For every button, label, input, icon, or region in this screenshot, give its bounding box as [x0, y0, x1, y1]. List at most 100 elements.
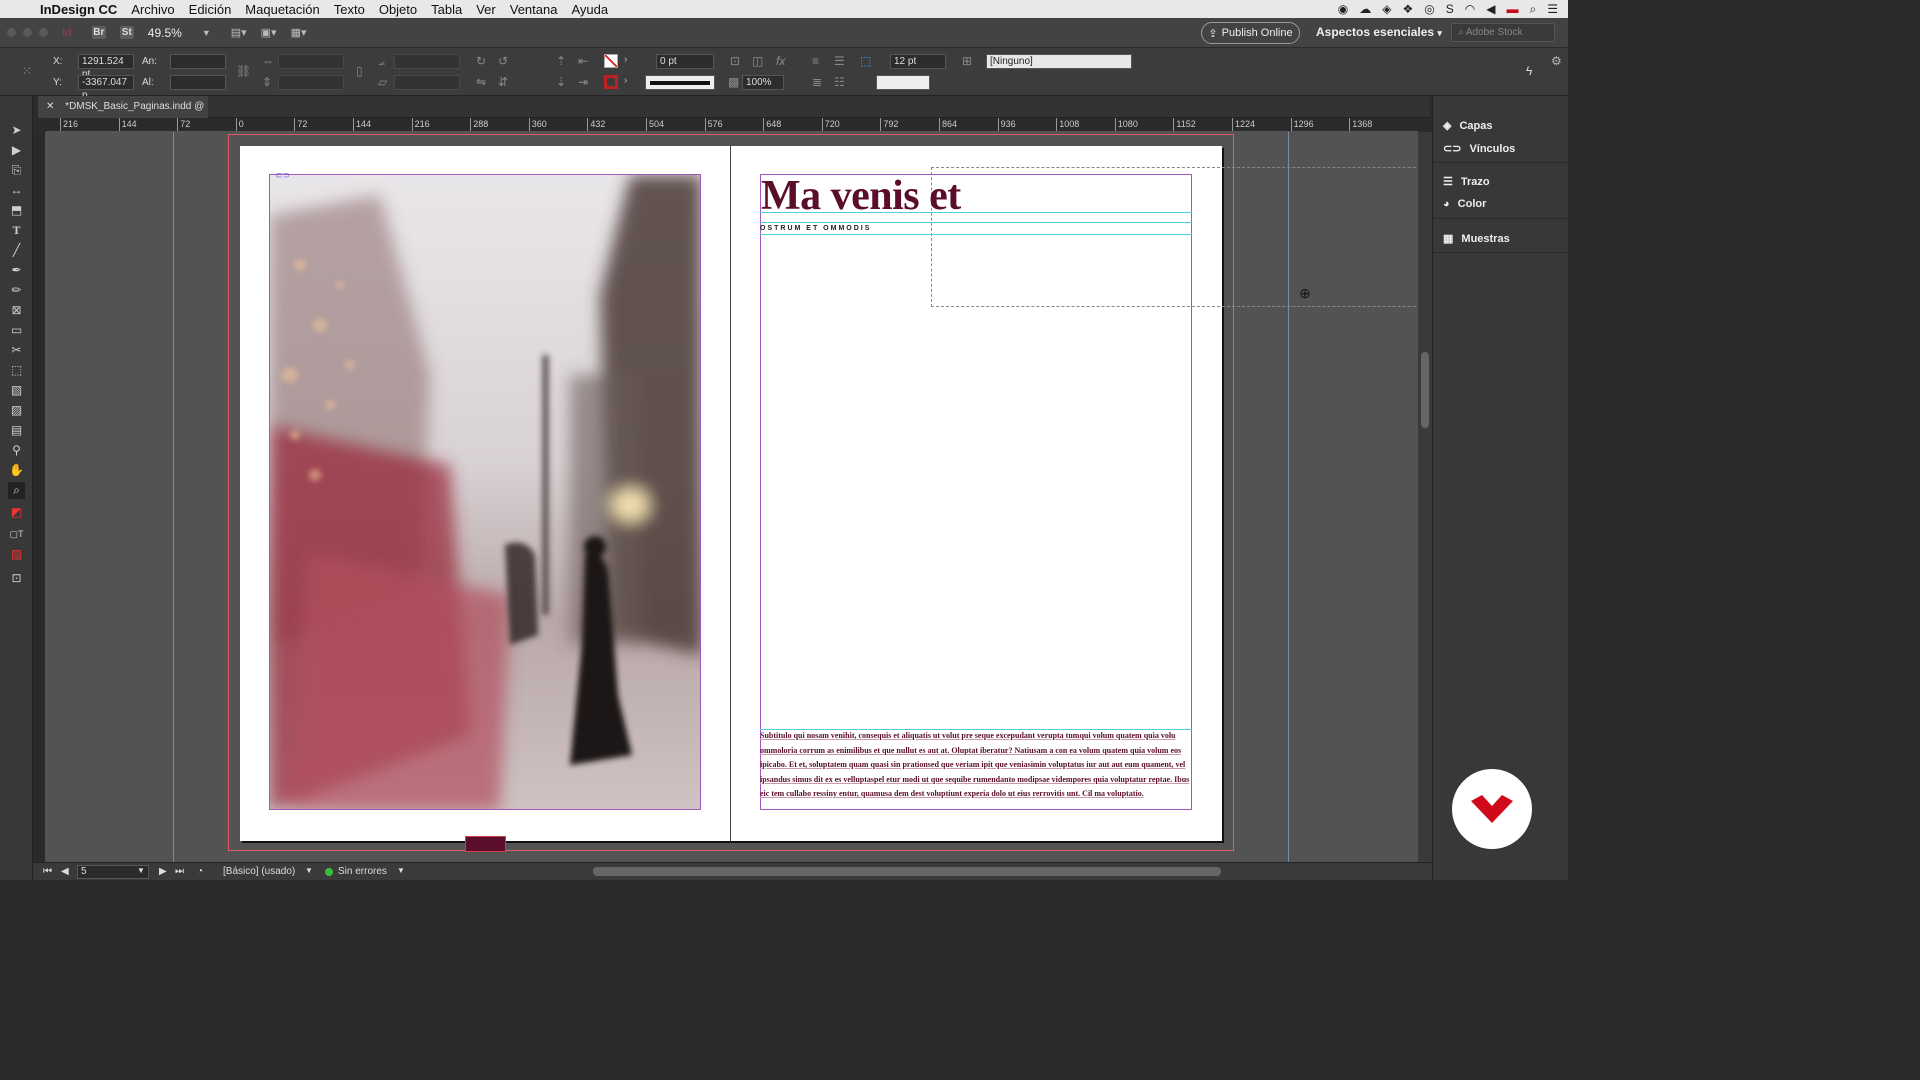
- note-tool-icon[interactable]: ▤: [8, 422, 25, 439]
- align-bottom-icon[interactable]: ≣: [812, 75, 822, 89]
- fill-chevron-icon[interactable]: ›: [624, 54, 627, 65]
- flip-vertical-icon[interactable]: ⇵: [498, 75, 508, 89]
- panel-capas[interactable]: ◈ Capas: [1443, 119, 1493, 133]
- rotate-cw-icon[interactable]: ↻: [476, 54, 486, 68]
- screen-mode-icon[interactable]: ⊡: [8, 570, 25, 587]
- zoom-dropdown-icon[interactable]: ▼: [202, 28, 211, 38]
- select-prev-icon[interactable]: ⇤: [578, 54, 588, 68]
- screen-mode-icon[interactable]: ▣▾: [261, 26, 277, 39]
- preflight-profile[interactable]: [Básico] (usado): [223, 866, 295, 877]
- open-in-window-icon[interactable]: ◔: [197, 866, 203, 877]
- stroke-chevron-icon[interactable]: ›: [624, 75, 627, 86]
- prev-page-icon[interactable]: ◀: [61, 866, 69, 877]
- stroke-type-dropdown[interactable]: [645, 75, 715, 90]
- eyedropper-icon[interactable]: ⚲: [8, 442, 25, 459]
- adobe-stock-search[interactable]: ⌕ Adobe Stock: [1451, 23, 1555, 42]
- gradient-feather-icon[interactable]: ▨: [8, 402, 25, 419]
- y-position-field[interactable]: -3367.047 p: [78, 75, 134, 101]
- menu-ver[interactable]: Ver: [476, 2, 496, 17]
- effects-icon[interactable]: fx: [776, 54, 785, 68]
- text-wrap-icon[interactable]: ⊡: [730, 54, 740, 68]
- auto-fit-icon[interactable]: ⬚: [860, 54, 871, 68]
- scale-x-field[interactable]: [278, 54, 344, 69]
- wifi-icon[interactable]: ◠: [1465, 2, 1475, 16]
- minimize-window-button[interactable]: [23, 28, 32, 37]
- rotation-field[interactable]: [394, 54, 460, 69]
- gap-tool-icon[interactable]: ↔: [8, 182, 25, 199]
- rotate-ccw-icon[interactable]: ↺: [498, 54, 508, 68]
- image-frame[interactable]: [269, 174, 701, 810]
- fill-swatch-icon[interactable]: [604, 54, 618, 68]
- shear-field[interactable]: [394, 75, 460, 90]
- width-field[interactable]: [170, 54, 226, 69]
- align-justify-icon[interactable]: ☷: [834, 75, 845, 89]
- pen-tool-icon[interactable]: ✒: [8, 262, 25, 279]
- type-tool-icon[interactable]: T: [8, 222, 25, 239]
- document-tab[interactable]: ✕ *DMSK_Basic_Paginas.indd @ 49%: [38, 96, 208, 134]
- creative-cloud-icon[interactable]: ◈: [1382, 2, 1391, 16]
- profile-dropdown-icon[interactable]: ▼: [305, 866, 313, 875]
- panel-muestras[interactable]: ▦ Muestras: [1443, 232, 1510, 246]
- object-style-icon[interactable]: ⊞: [962, 54, 972, 68]
- stroke-color-dropdown[interactable]: [876, 75, 930, 90]
- first-page-icon[interactable]: ⏮: [43, 866, 52, 877]
- fill-stroke-icon[interactable]: ◩: [8, 504, 25, 521]
- direct-selection-icon[interactable]: ▶: [8, 142, 25, 159]
- align-center-icon[interactable]: ☰: [834, 54, 845, 68]
- next-page-icon[interactable]: ▶: [159, 866, 167, 877]
- lightning-icon[interactable]: ϟ: [1526, 64, 1532, 78]
- search-icon[interactable]: ⌕: [1530, 2, 1537, 17]
- panel-trazo[interactable]: ☰ Trazo: [1443, 175, 1490, 189]
- scrollbar-thumb[interactable]: [1421, 352, 1429, 428]
- publish-online-button[interactable]: ⇪ Publish Online: [1201, 22, 1300, 44]
- menu-maquetacion[interactable]: Maquetación: [245, 2, 319, 17]
- scale-y-field[interactable]: [278, 75, 344, 90]
- free-transform-icon[interactable]: ⬚: [8, 362, 25, 379]
- align-top-icon[interactable]: ≡: [812, 54, 819, 68]
- app-name[interactable]: InDesign CC: [40, 2, 117, 17]
- workspace-switcher[interactable]: Aspectos esenciales ▾: [1316, 25, 1442, 39]
- gradient-swatch-icon[interactable]: ▧: [8, 382, 25, 399]
- drop-shadow-icon[interactable]: ◫: [752, 54, 763, 68]
- zoom-tool-icon[interactable]: ⌕: [8, 482, 25, 499]
- skype-icon[interactable]: S: [1446, 2, 1454, 16]
- rectangle-tool-icon[interactable]: ▭: [8, 322, 25, 339]
- menu-edicion[interactable]: Edición: [189, 2, 232, 17]
- page-dropdown-icon[interactable]: ▼: [137, 866, 145, 875]
- headline-text[interactable]: Ma venis et: [761, 172, 961, 220]
- line-tool-icon[interactable]: ╱: [8, 242, 25, 259]
- link-indicator-icon[interactable]: ⊂⊃: [275, 170, 290, 181]
- volume-icon[interactable]: ◀: [1486, 2, 1495, 16]
- select-content-icon[interactable]: ⇣: [556, 75, 566, 89]
- panel-vinculos[interactable]: ⊂⊃ Vínculos: [1443, 142, 1515, 156]
- menu-ventana[interactable]: Ventana: [510, 2, 558, 17]
- page-spread[interactable]: Ma venis et OSTRUM ET OMMODIS Subtitulo …: [240, 146, 1418, 841]
- x-position-field[interactable]: 1291.524 pt: [78, 54, 134, 80]
- bridge-button[interactable]: Br: [91, 26, 106, 39]
- flip-horizontal-icon[interactable]: ⇋: [476, 75, 486, 89]
- dropbox-icon[interactable]: ❖: [1403, 2, 1414, 16]
- body-text[interactable]: Subtitulo qui nosam venihit, consequis e…: [760, 729, 1192, 811]
- page-tool-icon[interactable]: ⎘: [8, 162, 25, 179]
- sync-icon[interactable]: ◎: [1424, 2, 1434, 16]
- panel-color[interactable]: ◕ Color: [1443, 198, 1486, 210]
- format-container-icon[interactable]: ▢T: [8, 526, 25, 543]
- zoom-level[interactable]: 49.5%: [148, 26, 182, 40]
- constrain-scale-icon[interactable]: ▯: [356, 64, 363, 78]
- stroke-weight-field[interactable]: 0 pt: [656, 54, 714, 69]
- horizontal-scrollbar[interactable]: [425, 867, 1397, 876]
- zoom-window-button[interactable]: [39, 28, 48, 37]
- gutter-field[interactable]: 12 pt: [890, 54, 946, 69]
- close-window-button[interactable]: [7, 28, 16, 37]
- reference-point-icon[interactable]: ⁙: [22, 64, 32, 78]
- hand-tool-icon[interactable]: ✋: [8, 462, 25, 479]
- list-icon[interactable]: ☰: [1547, 2, 1558, 16]
- horizontal-ruler[interactable]: 216 144 72 0 72 144 216 288 360 432 504 576 648 720 79…: [46, 118, 1418, 132]
- rectangle-frame-icon[interactable]: ⊠: [8, 302, 25, 319]
- subhead-text[interactable]: OSTRUM ET OMMODIS: [760, 225, 871, 232]
- apply-none-icon[interactable]: ▨: [8, 546, 25, 563]
- flag-icon[interactable]: ▬: [1507, 2, 1519, 16]
- view-options-icon[interactable]: ▤▾: [231, 26, 247, 39]
- menu-tabla[interactable]: Tabla: [431, 2, 462, 17]
- text-frame[interactable]: [760, 174, 1192, 810]
